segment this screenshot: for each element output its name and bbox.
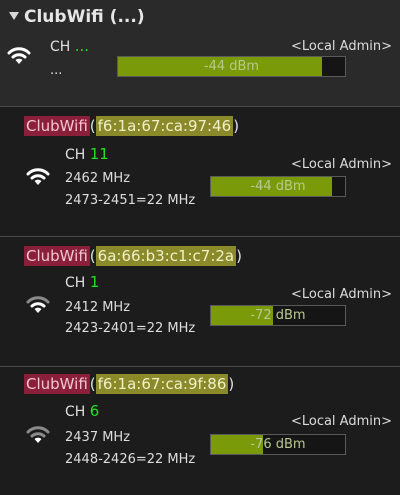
channel-label: CH 6 [65,402,99,420]
ssid-label: ClubWifi [24,116,90,136]
signal-bar: -44 dBm [210,176,346,197]
signal-bar: -76 dBm [210,434,346,455]
network-card[interactable]: ClubWifi(f6:1a:67:ca:97:46) CH 11 2462 M… [0,106,400,236]
admin-label: <Local Admin> [290,157,392,172]
ssid-label: ClubWifi [24,246,90,266]
channel-label-text: CH [65,275,86,291]
group-title: ClubWifi (...) [24,7,145,27]
admin-label: <Local Admin> [290,287,392,302]
network-card[interactable]: ClubWifi(6a:66:b3:c1:c7:2a) CH 1 2412 MH… [0,236,400,366]
bssid-label: f6:1a:67:ca:97:46 [95,116,234,136]
frequency-text: 2462 MHz [65,171,131,186]
bssid-wrap: (f6:1a:67:ca:9f:86) [89,374,235,394]
bssid-wrap: (6a:66:b3:c1:c7:2a) [89,246,242,266]
wifi-icon [7,47,31,64]
channel-label-text: CH [65,147,86,163]
wifi-icon [26,426,50,443]
network-title: ClubWifi(f6:1a:67:ca:9f:86) [24,374,234,398]
group-header[interactable]: ClubWifi (...) [0,0,400,34]
admin-label: <Local Admin> [290,414,392,429]
frequency-range-text: 2473-2451=22 MHz [65,193,196,208]
group-summary[interactable]: CH ... ... <Local Admin> -44 dBm [0,34,400,106]
wifi-icon [26,168,50,185]
network-title: ClubWifi(f6:1a:67:ca:97:46) [24,116,239,140]
signal-text: -76 dBm [250,437,306,452]
channel-number: 11 [89,145,109,163]
channel-label-text: CH [50,39,71,55]
frequency-range-text: 2423-2401=22 MHz [65,321,196,336]
channel-number: 6 [89,402,100,420]
network-card[interactable]: ClubWifi(f6:1a:67:ca:9f:86) CH 6 2437 MH… [0,366,400,495]
frequency-text: 2437 MHz [65,430,131,445]
bssid-label: 6a:66:b3:c1:c7:2a [95,246,237,266]
channel-number: 1 [89,273,100,291]
bssid-wrap: (f6:1a:67:ca:97:46) [89,116,240,136]
signal-bar: -72 dBm [210,305,346,326]
admin-label: <Local Admin> [290,39,392,54]
signal-text: -72 dBm [250,308,306,323]
signal-bar: -44 dBm [117,56,346,77]
frequency-text: 2412 MHz [65,300,131,315]
network-title: ClubWifi(6a:66:b3:c1:c7:2a) [24,246,242,270]
triangle-down-icon[interactable] [9,12,19,20]
wifi-icon [26,296,50,313]
ssid-label: ClubWifi [24,374,90,394]
frequency-range-text: 2448-2426=22 MHz [65,452,196,467]
channel-label: CH ... [50,37,89,55]
channel-label: CH 1 [65,273,99,291]
frequency-text: ... [50,63,63,78]
signal-text: -44 dBm [203,59,260,74]
bssid-label: f6:1a:67:ca:9f:86 [95,374,229,394]
channel-label: CH 11 [65,145,109,163]
channel-label-text: CH [65,404,86,420]
channel-number: ... [74,37,90,55]
signal-text: -44 dBm [250,179,306,194]
